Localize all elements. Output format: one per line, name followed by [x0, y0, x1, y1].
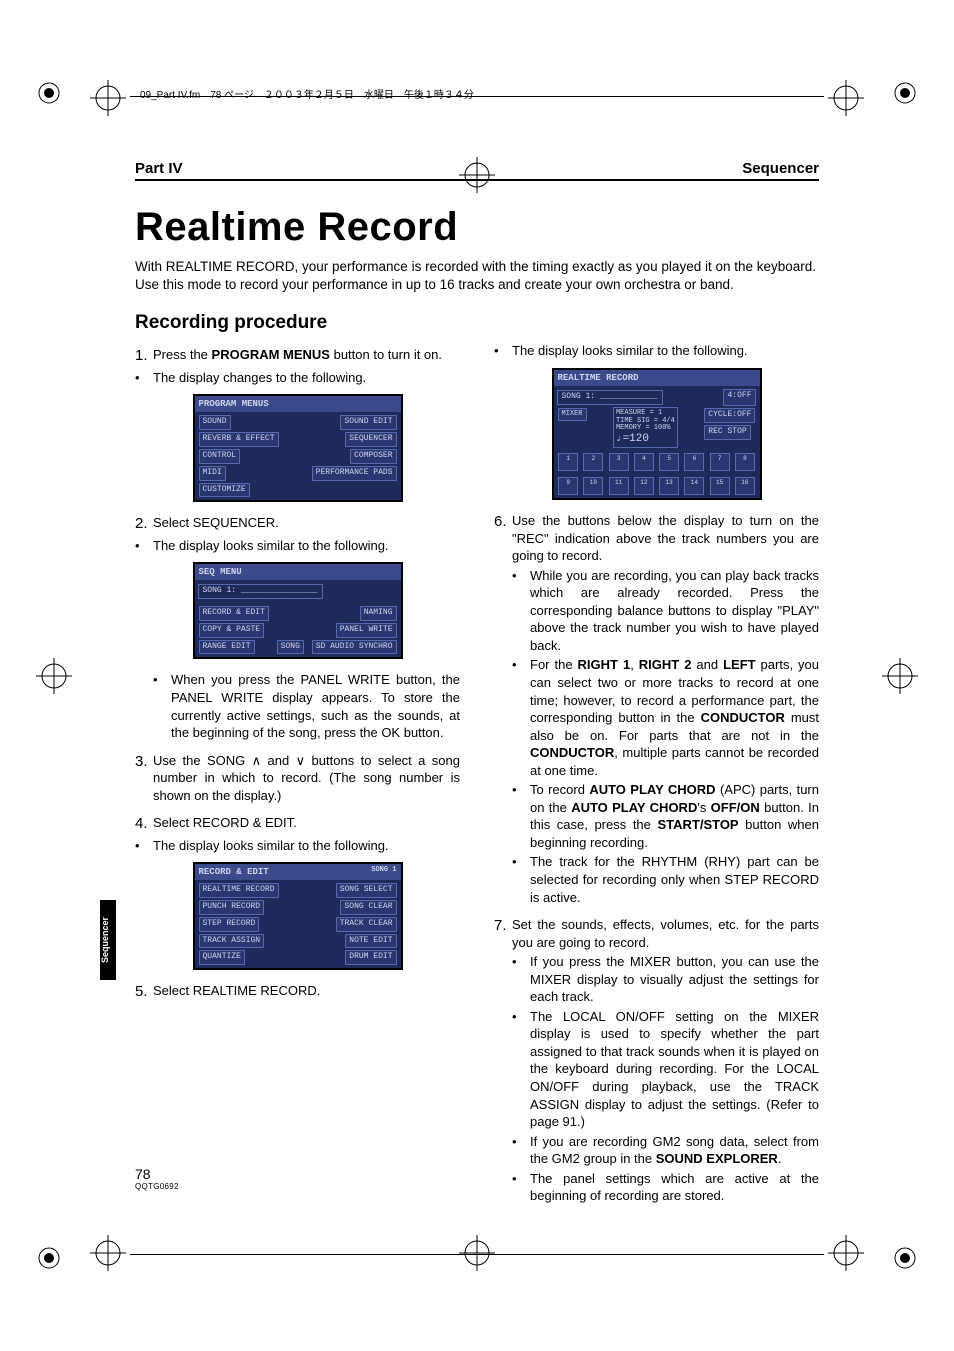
- panel-write-bullet: • When you press the PANEL WRITE button,…: [153, 671, 460, 741]
- step-6-bullet-2: • For the RIGHT 1, RIGHT 2 and LEFT part…: [512, 656, 819, 779]
- header-right: Sequencer: [742, 160, 819, 177]
- step-1-bullet: • The display changes to the following.: [135, 369, 460, 387]
- step-6-bullet-1: •While you are recording, you can play b…: [512, 567, 819, 655]
- lcd-record-edit: RECORD & EDIT SONG 1 REALTIME RECORD PUN…: [193, 862, 403, 970]
- step-2-bullet: • The display looks similar to the follo…: [135, 537, 460, 555]
- top-bullet: • The display looks similar to the follo…: [494, 342, 819, 360]
- lcd-realtime-record: REALTIME RECORD SONG 1: ____________ 4:O…: [552, 368, 762, 500]
- crosshair-icon: [826, 1233, 866, 1273]
- crosshair-icon: [34, 656, 74, 696]
- crosshair-icon: [457, 1233, 497, 1273]
- step-3: 3. Use the SONG ∧ and ∨ buttons to selec…: [135, 752, 460, 805]
- running-header: Part IV Sequencer: [135, 160, 819, 181]
- bottom-rule: [130, 1254, 824, 1255]
- step-7-bullet-2: •The LOCAL ON/OFF setting on the MIXER d…: [512, 1008, 819, 1131]
- step-7-bullet-3: • If you are recording GM2 song data, se…: [512, 1133, 819, 1168]
- doc-code: QQTG0692: [135, 1182, 179, 1191]
- step-7: 7. Set the sounds, effects, volumes, etc…: [494, 916, 819, 951]
- header-left: Part IV: [135, 160, 183, 177]
- step-6-bullet-3: • To record AUTO PLAY CHORD (APC) parts,…: [512, 781, 819, 851]
- left-column: 1. Press the PROGRAM MENUS button to tur…: [135, 340, 460, 1206]
- step-1: 1. Press the PROGRAM MENUS button to tur…: [135, 346, 460, 366]
- crosshair-icon: [880, 656, 920, 696]
- step-4-bullet: • The display looks similar to the follo…: [135, 837, 460, 855]
- step-7-bullet-1: •If you press the MIXER button, you can …: [512, 953, 819, 1006]
- intro-paragraph: With REALTIME RECORD, your performance i…: [135, 258, 819, 294]
- page-number: 78: [135, 1166, 179, 1182]
- crosshair-icon: [826, 78, 866, 118]
- registration-mark-icon: [890, 1243, 920, 1273]
- step-5: 5. Select REALTIME RECORD.: [135, 982, 460, 1002]
- page-footer: 78 QQTG0692: [135, 1166, 179, 1191]
- step-2: 2. Select SEQUENCER.: [135, 514, 460, 534]
- registration-mark-icon: [34, 1243, 64, 1273]
- section-heading: Recording procedure: [135, 312, 819, 334]
- step-6-bullet-4: •The track for the RHYTHM (RHY) part can…: [512, 853, 819, 906]
- registration-mark-icon: [890, 78, 920, 108]
- step-4: 4. Select RECORD & EDIT.: [135, 814, 460, 834]
- crosshair-icon: [88, 1233, 128, 1273]
- registration-mark-icon: [34, 78, 64, 108]
- step-6: 6. Use the buttons below the display to …: [494, 512, 819, 565]
- crosshair-icon: [88, 78, 128, 118]
- right-column: • The display looks similar to the follo…: [494, 340, 819, 1206]
- lcd-seq-menu: SEQ MENU SONG 1: ________________ RECORD…: [193, 562, 403, 659]
- print-metadata: 09_Part IV.fm 78 ページ ２００３年２月５日 水曜日 午後１時３…: [140, 86, 474, 101]
- step-7-bullet-4: •The panel settings which are active at …: [512, 1170, 819, 1205]
- page-title: Realtime Record: [135, 205, 819, 250]
- section-tab: Sequencer: [100, 900, 116, 980]
- lcd-program-menus: PROGRAM MENUS SOUND REVERB & EFFECT CONT…: [193, 394, 403, 502]
